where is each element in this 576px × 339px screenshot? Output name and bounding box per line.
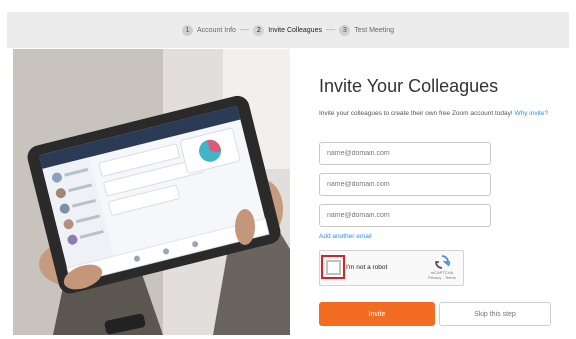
invite-panel: Invite Your Colleagues Invite your colle…: [290, 49, 569, 339]
email-field-1[interactable]: [319, 142, 491, 165]
email-field-3[interactable]: [319, 204, 491, 227]
recaptcha-checkbox[interactable]: [326, 260, 341, 275]
step-test-meeting: 3 Test Meeting: [339, 24, 394, 36]
recaptcha-terms-text[interactable]: Privacy - Terms: [425, 275, 459, 281]
step-label: Test Meeting: [354, 26, 394, 34]
invite-subtitle: Invite your colleagues to create their o…: [319, 110, 548, 117]
why-invite-link[interactable]: Why invite?: [514, 110, 548, 117]
recaptcha-label: I'm not a robot: [346, 264, 388, 271]
email-field-2[interactable]: [319, 173, 491, 196]
tablet-photo: [13, 49, 290, 335]
skip-step-button[interactable]: Skip this step: [439, 302, 551, 326]
step-label: Account Info: [197, 26, 236, 34]
step-label: Invite Colleagues: [268, 26, 322, 34]
step-separator: ----: [239, 26, 250, 34]
progress-steps: 1 Account Info ---- 2 Invite Colleagues …: [7, 12, 569, 48]
recaptcha-widget: I'm not a robot reCAPTCHA Privacy - Term…: [319, 250, 464, 286]
step-number: 3: [339, 24, 351, 36]
subtitle-text: Invite your colleagues to create their o…: [319, 110, 513, 117]
step-number: 1: [182, 24, 194, 36]
invite-button[interactable]: Invite: [319, 302, 435, 326]
page-title: Invite Your Colleagues: [319, 76, 499, 96]
step-separator: ----: [325, 26, 336, 34]
tablet-illustration: [13, 49, 290, 335]
recaptcha-icon: [435, 255, 452, 269]
step-invite-colleagues: 2 Invite Colleagues: [253, 24, 322, 36]
step-number: 2: [253, 24, 265, 36]
step-account-info: 1 Account Info: [182, 24, 236, 36]
add-another-email-link[interactable]: Add another email: [319, 233, 372, 240]
recaptcha-brand: reCAPTCHA Privacy - Terms: [425, 255, 459, 280]
